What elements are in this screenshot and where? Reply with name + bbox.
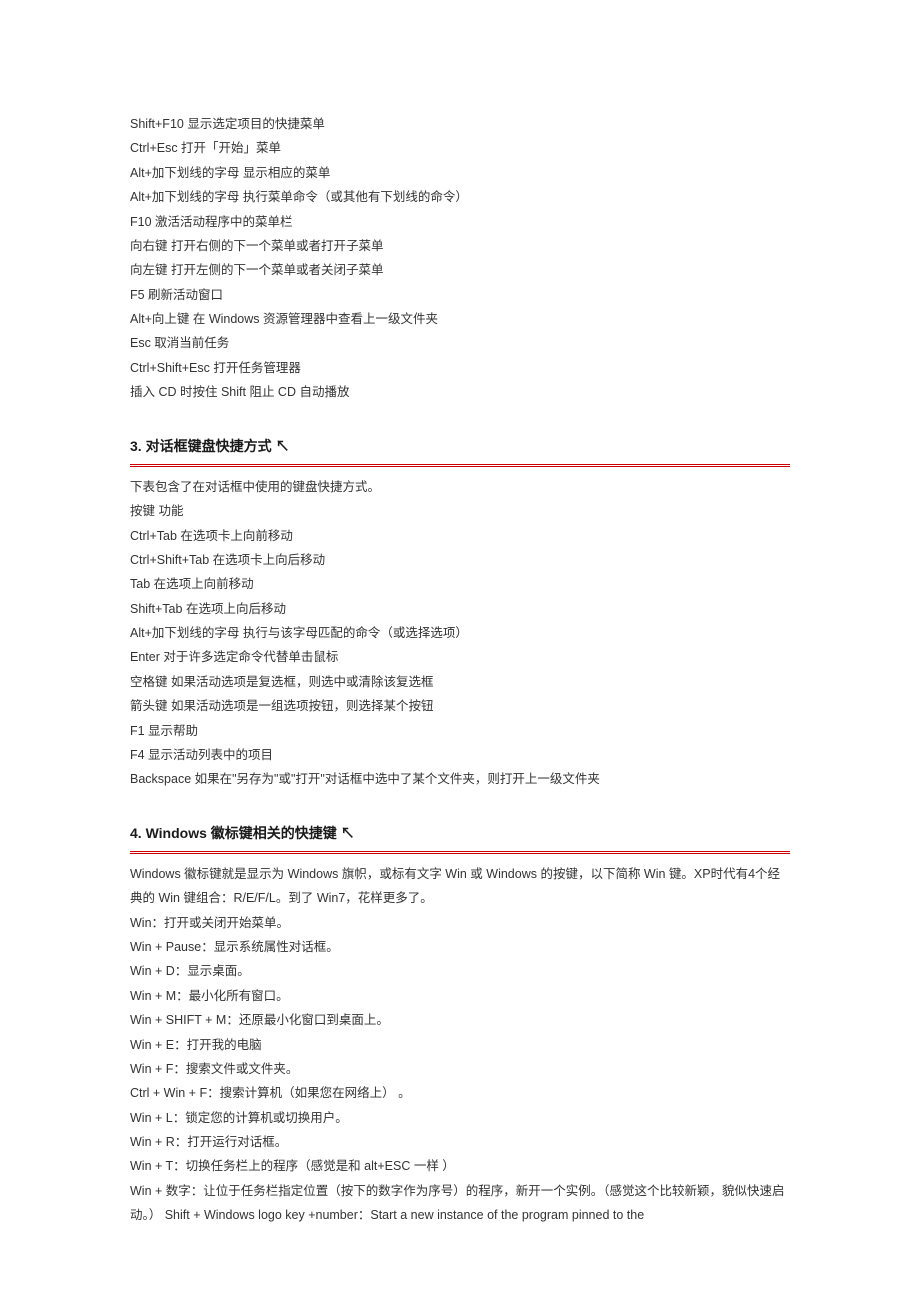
shortcut-line: 插入 CD 时按住 Shift 阻止 CD 自动播放 [130, 380, 790, 404]
shortcut-line: Win + L：锁定您的计算机或切换用户。 [130, 1106, 790, 1130]
shortcut-line: 按键 功能 [130, 499, 790, 523]
shortcut-line: Win + SHIFT + M：还原最小化窗口到桌面上。 [130, 1008, 790, 1032]
shortcut-line: Alt+向上键 在 Windows 资源管理器中查看上一级文件夹 [130, 307, 790, 331]
shortcut-line: Windows 徽标键就是显示为 Windows 旗帜，或标有文字 Win 或 … [130, 862, 790, 911]
shortcut-line: 下表包含了在对话框中使用的键盘快捷方式。 [130, 475, 790, 499]
shortcut-line: Win + T：切换任务栏上的程序（感觉是和 alt+ESC 一样 ） [130, 1154, 790, 1178]
shortcut-line: Win + F：搜索文件或文件夹。 [130, 1057, 790, 1081]
shortcut-line: Win：打开或关闭开始菜单。 [130, 911, 790, 935]
shortcut-line: Ctrl+Shift+Esc 打开任务管理器 [130, 356, 790, 380]
shortcut-line: 向左键 打开左侧的下一个菜单或者关闭子菜单 [130, 258, 790, 282]
shortcut-line: Win + M：最小化所有窗口。 [130, 984, 790, 1008]
section-divider [130, 851, 790, 854]
section-3-heading: 3. 对话框键盘快捷方式 ↖ [130, 433, 790, 460]
shortcut-line: Backspace 如果在"另存为"或"打开"对话框中选中了某个文件夹，则打开上… [130, 767, 790, 791]
section-4-heading: 4. Windows 徽标键相关的快捷键 ↖ [130, 820, 790, 847]
shortcut-line: Enter 对于许多选定命令代替单击鼠标 [130, 645, 790, 669]
shortcut-line: Alt+加下划线的字母 显示相应的菜单 [130, 161, 790, 185]
shortcut-line: Alt+加下划线的字母 执行与该字母匹配的命令（或选择选项） [130, 621, 790, 645]
shortcut-line: Win + R：打开运行对话框。 [130, 1130, 790, 1154]
section-top-body: Shift+F10 显示选定项目的快捷菜单 Ctrl+Esc 打开「开始」菜单 … [130, 112, 790, 405]
shortcut-line: Ctrl+Esc 打开「开始」菜单 [130, 136, 790, 160]
shortcut-line: Win + E：打开我的电脑 [130, 1033, 790, 1057]
shortcut-line: Shift+Tab 在选项上向后移动 [130, 597, 790, 621]
shortcut-line: Win + Pause：显示系统属性对话框。 [130, 935, 790, 959]
shortcut-line: 箭头键 如果活动选项是一组选项按钮，则选择某个按钮 [130, 694, 790, 718]
shortcut-line: Tab 在选项上向前移动 [130, 572, 790, 596]
shortcut-line: Win + 数字：让位于任务栏指定位置（按下的数字作为序号）的程序，新开一个实例… [130, 1179, 790, 1228]
shortcut-line: Ctrl + Win + F：搜索计算机（如果您在网络上） 。 [130, 1081, 790, 1105]
shortcut-line: F4 显示活动列表中的项目 [130, 743, 790, 767]
shortcut-line: F1 显示帮助 [130, 719, 790, 743]
shortcut-line: F5 刷新活动窗口 [130, 283, 790, 307]
shortcut-line: Ctrl+Shift+Tab 在选项卡上向后移动 [130, 548, 790, 572]
section-3-body: 下表包含了在对话框中使用的键盘快捷方式。 按键 功能 Ctrl+Tab 在选项卡… [130, 475, 790, 792]
shortcut-line: Ctrl+Tab 在选项卡上向前移动 [130, 524, 790, 548]
shortcut-line: 空格键 如果活动选项是复选框，则选中或清除该复选框 [130, 670, 790, 694]
shortcut-line: 向右键 打开右侧的下一个菜单或者打开子菜单 [130, 234, 790, 258]
section-4-body: Windows 徽标键就是显示为 Windows 旗帜，或标有文字 Win 或 … [130, 862, 790, 1228]
shortcut-line: Shift+F10 显示选定项目的快捷菜单 [130, 112, 790, 136]
shortcut-line: Win + D：显示桌面。 [130, 959, 790, 983]
shortcut-line: Esc 取消当前任务 [130, 331, 790, 355]
document-page: Shift+F10 显示选定项目的快捷菜单 Ctrl+Esc 打开「开始」菜单 … [0, 0, 920, 1302]
shortcut-line: F10 激活活动程序中的菜单栏 [130, 210, 790, 234]
section-divider [130, 464, 790, 467]
shortcut-line: Alt+加下划线的字母 执行菜单命令（或其他有下划线的命令） [130, 185, 790, 209]
